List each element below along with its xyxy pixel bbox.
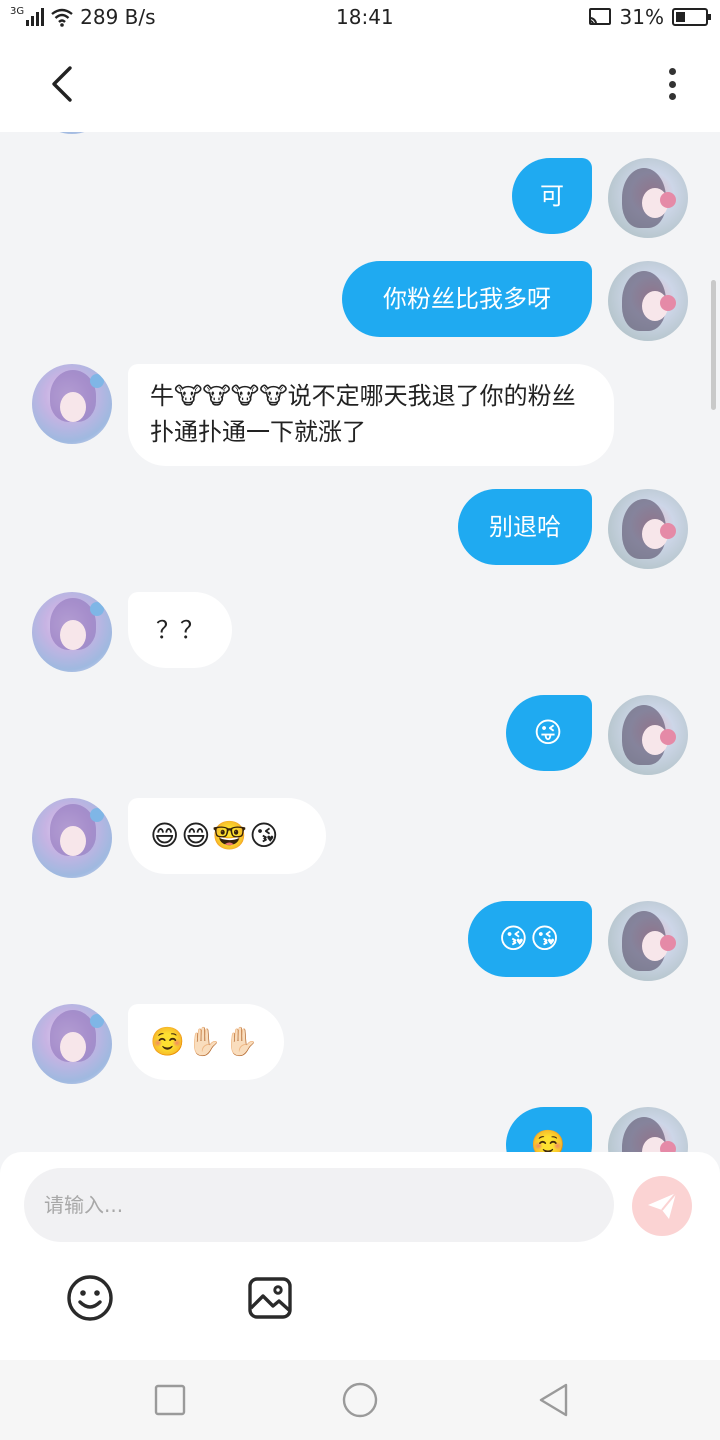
message-input[interactable]	[24, 1168, 614, 1242]
top-bar	[0, 36, 720, 132]
cast-icon	[588, 8, 611, 25]
image-icon	[248, 1277, 292, 1319]
battery-percent: 31%	[619, 5, 664, 29]
more-vertical-icon	[668, 68, 676, 75]
status-bar: 3G 289 B/s 18:41 31%	[0, 0, 720, 36]
back-button[interactable]	[40, 60, 88, 108]
image-button[interactable]	[246, 1274, 294, 1322]
message-bubble-received[interactable]: ？？	[128, 592, 232, 668]
message-bubble-sent[interactable]: 😜	[506, 695, 592, 771]
wifi-icon	[51, 8, 73, 27]
message-bubble-received[interactable]: ☺️✋🏻✋🏻	[128, 1004, 284, 1080]
avatar-me[interactable]	[608, 158, 688, 238]
avatar-other[interactable]	[32, 132, 112, 134]
network-speed: 289 B/s	[80, 5, 156, 29]
smiley-icon	[67, 1275, 113, 1321]
square-icon	[154, 1384, 186, 1416]
emoji-button[interactable]	[66, 1274, 114, 1322]
avatar-me[interactable]	[608, 1107, 688, 1152]
network-type: 3G	[10, 5, 25, 17]
battery-icon	[672, 8, 711, 26]
message-bubble-sent[interactable]: ☺️	[506, 1107, 592, 1152]
message-bubble-sent[interactable]: 可	[512, 158, 592, 234]
chevron-left-icon	[52, 66, 72, 102]
composer-panel	[0, 1152, 720, 1360]
avatar-me[interactable]	[608, 695, 688, 775]
home-button[interactable]	[342, 1382, 378, 1418]
system-nav-bar	[0, 1360, 720, 1440]
signal-icon	[26, 8, 45, 26]
message-bubble-sent[interactable]: 你粉丝比我多呀	[342, 261, 592, 337]
avatar-other[interactable]	[32, 1004, 112, 1084]
battery-level	[676, 12, 685, 22]
triangle-back-icon	[539, 1383, 568, 1417]
avatar-me[interactable]	[608, 261, 688, 341]
avatar-me[interactable]	[608, 901, 688, 981]
avatar-other[interactable]	[32, 364, 112, 444]
back-nav-button[interactable]	[536, 1382, 572, 1418]
message-bubble-received[interactable]: 牛🐮🐮🐮🐮说不定哪天我退了你的粉丝扑通扑通一下就涨了	[128, 364, 614, 466]
recent-apps-button[interactable]	[152, 1382, 188, 1418]
chat-area[interactable]: 可 你粉丝比我多呀 牛🐮🐮🐮🐮说不定哪天我退了你的粉丝扑通扑通一下就涨了 别退哈…	[0, 132, 720, 1152]
send-button[interactable]	[632, 1176, 692, 1236]
avatar-other[interactable]	[32, 798, 112, 878]
message-bubble-received[interactable]: 😄😄🤓😘	[128, 798, 326, 874]
avatar-me[interactable]	[608, 489, 688, 569]
status-right: 31%	[588, 5, 711, 29]
clock: 18:41	[336, 5, 394, 29]
status-left: 3G 289 B/s	[10, 5, 156, 29]
avatar-other[interactable]	[32, 592, 112, 672]
message-bubble-sent[interactable]: 别退哈	[458, 489, 592, 565]
scrollbar[interactable]	[711, 280, 716, 410]
message-bubble-sent[interactable]: 😘😘	[468, 901, 592, 977]
more-options-button[interactable]	[652, 64, 692, 104]
circle-icon	[342, 1382, 378, 1418]
send-icon	[648, 1192, 677, 1219]
